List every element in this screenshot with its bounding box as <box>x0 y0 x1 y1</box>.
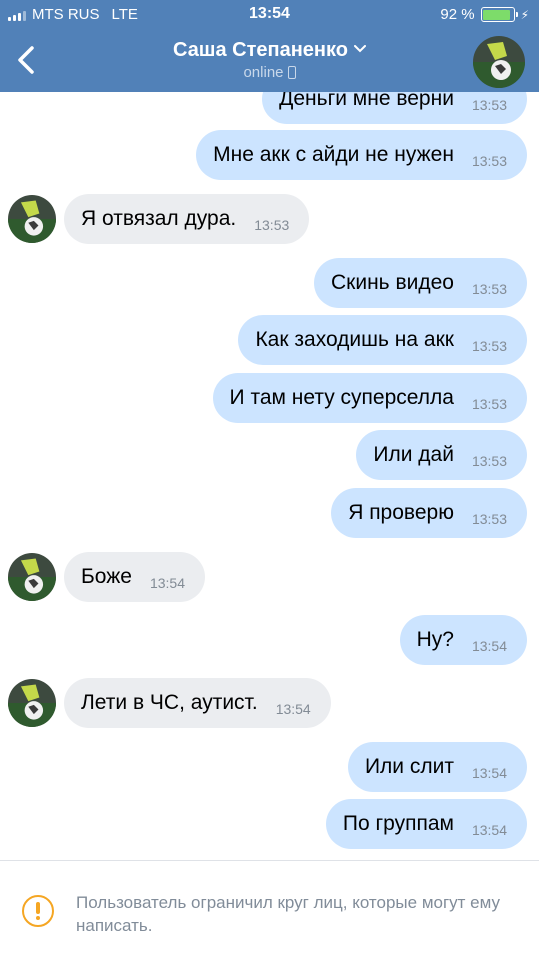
message-time: 13:53 <box>471 511 507 527</box>
battery-fill <box>483 9 510 20</box>
message-time: 13:53 <box>471 281 507 297</box>
message-text: И там нету суперселла <box>229 386 454 409</box>
avatar[interactable] <box>8 195 56 243</box>
message-time: 13:53 <box>254 217 290 233</box>
incoming-message[interactable]: Я отвязал дура. 13:53 <box>64 194 310 244</box>
outgoing-message[interactable]: Или слит 13:54 <box>347 742 527 792</box>
outgoing-message[interactable]: Как заходишь на акк 13:53 <box>238 315 527 365</box>
message-time: 13:54 <box>471 638 507 654</box>
message-time: 13:53 <box>471 453 507 469</box>
message-text: Ну? <box>416 628 454 651</box>
message-time: 13:53 <box>471 153 507 169</box>
message-text: Я проверю <box>348 501 454 524</box>
chevron-down-icon <box>353 36 366 59</box>
message-text: Как заходишь на акк <box>255 328 454 351</box>
message-text: Скинь видео <box>330 271 454 294</box>
restriction-notice: Пользователь ограничил круг лиц, которые… <box>0 860 539 960</box>
chat-screen: MTS RUS LTE 13:54 92 % ⚡ Саша Степаненко… <box>0 0 539 960</box>
incoming-message[interactable]: Лети в ЧС, аутист. 13:54 <box>64 678 331 728</box>
message-text: Лети в ЧС, аутист. <box>81 691 258 714</box>
avatar[interactable] <box>473 36 525 88</box>
avatar[interactable] <box>8 679 56 727</box>
message-time: 13:54 <box>149 575 185 591</box>
status-text: online <box>243 64 284 81</box>
warning-icon <box>22 895 54 927</box>
status-bar: MTS RUS LTE 13:54 92 % ⚡ <box>0 0 539 30</box>
outgoing-message[interactable]: Мне акк с айди не нужен 13:53 <box>196 130 527 180</box>
outgoing-message[interactable]: И там нету суперселла 13:53 <box>212 373 527 423</box>
message-text: Или дай <box>373 443 454 466</box>
battery-icon <box>480 7 518 22</box>
contact-name: Саша Степаненко <box>173 39 348 61</box>
outgoing-message[interactable]: Скинь видео 13:53 <box>313 258 527 308</box>
outgoing-message[interactable]: Или дай 13:53 <box>356 430 527 480</box>
avatar[interactable] <box>8 553 56 601</box>
battery-percent: 92 % <box>440 6 475 23</box>
outgoing-message[interactable]: Ну? 13:54 <box>399 615 527 665</box>
incoming-message[interactable]: Боже 13:54 <box>64 552 205 602</box>
contact-name-button[interactable]: Саша Степаненко <box>0 36 539 62</box>
message-text: Мне акк с айди не нужен <box>213 143 454 166</box>
message-text: Боже <box>81 565 132 588</box>
message-time: 13:53 <box>471 97 507 113</box>
charging-icon: ⚡ <box>520 7 529 22</box>
message-text: По группам <box>342 812 454 835</box>
contact-status: online <box>0 64 539 81</box>
status-right: 92 % ⚡ <box>440 6 529 23</box>
message-time: 13:53 <box>471 396 507 412</box>
message-text: Я отвязал дура. <box>81 207 237 230</box>
message-text: Деньги мне верни <box>279 92 454 110</box>
chat-header: Саша Степаненко online <box>0 30 539 92</box>
message-time: 13:54 <box>471 822 507 838</box>
restriction-text: Пользователь ограничил круг лиц, которые… <box>76 893 501 935</box>
outgoing-message[interactable]: По группам 13:54 <box>325 799 527 849</box>
message-list[interactable]: Деньги мне верни 13:53 Мне акк с айди не н… <box>0 92 539 860</box>
phone-icon <box>287 66 296 79</box>
outgoing-message[interactable]: Я проверю 13:53 <box>331 488 527 538</box>
message-time: 13:54 <box>275 701 311 717</box>
message-time: 13:54 <box>471 765 507 781</box>
message-text: Или слит <box>364 755 454 778</box>
outgoing-message[interactable]: Деньги мне верни 13:53 <box>262 92 527 124</box>
message-time: 13:53 <box>471 338 507 354</box>
